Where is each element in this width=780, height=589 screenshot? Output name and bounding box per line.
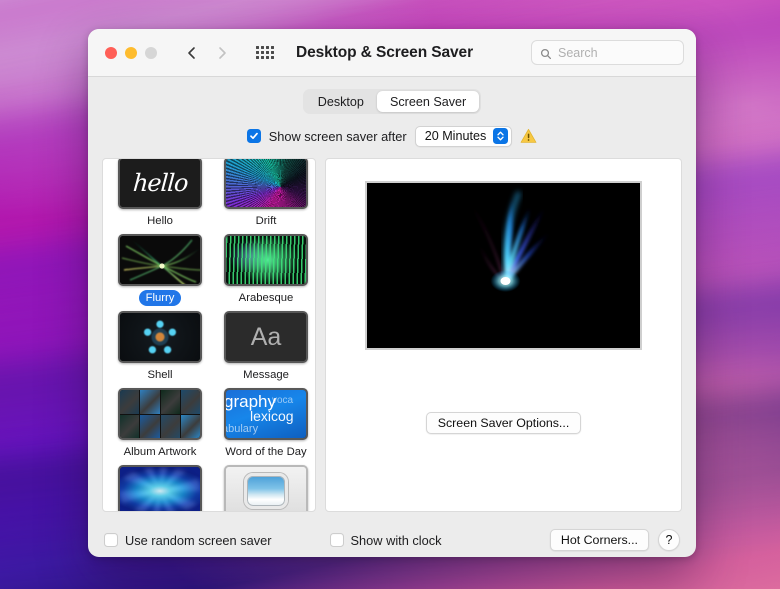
screensaver-item-album[interactable]: Album Artwork (111, 388, 209, 460)
magic-window-pane (244, 473, 288, 510)
back-chevron-icon[interactable] (184, 45, 200, 61)
album-tile (140, 390, 160, 414)
footer-bar: Use random screen saver Show with clock … (102, 518, 682, 557)
screensaver-item-label: Drift (255, 215, 277, 227)
screensaver-item-drift[interactable]: Drift (217, 159, 315, 229)
show-with-clock-checkbox[interactable] (329, 533, 344, 547)
idle-time-select[interactable]: 20 Minutes (414, 125, 513, 147)
wotd-word: abulary (226, 423, 259, 436)
help-button[interactable]: ? (658, 529, 680, 551)
thumbnail-art-hello: hello (120, 159, 200, 207)
close-button[interactable] (105, 46, 117, 59)
album-tile (180, 414, 200, 439)
screensaver-item-flurry[interactable]: Flurry (111, 234, 209, 307)
desktop-wallpaper: Desktop & Screen Saver Desktop Screen Sa… (0, 0, 780, 589)
screensaver-item-label: Shell (147, 369, 173, 382)
zoom-button[interactable] (145, 46, 157, 59)
screensaver-thumbnail: hello (118, 159, 202, 209)
thumbnail-art-beepify (120, 467, 200, 511)
stepper-icon[interactable] (493, 128, 509, 144)
screensaver-item-label: Album Artwork (123, 446, 197, 459)
traffic-light-group (105, 46, 157, 59)
page-title: Desktop & Screen Saver (296, 43, 473, 61)
thumbnail-art-arabesque (226, 236, 306, 285)
wotd-word: voca (272, 395, 294, 407)
tab-bar: Desktop Screen Saver (302, 89, 482, 114)
screensaver-thumbnail (224, 465, 308, 511)
album-tile (120, 390, 140, 414)
warning-triangle-icon[interactable] (520, 128, 537, 144)
album-tile (120, 414, 140, 439)
album-tile (160, 390, 180, 414)
screensaver-thumbnail (224, 159, 308, 209)
hot-corners-button[interactable]: Hot Corners... (549, 529, 649, 551)
show-with-clock-row[interactable]: Show with clock (329, 532, 442, 548)
tab-desktop[interactable]: Desktop (305, 91, 377, 112)
screensaver-item-label: Flurry (138, 290, 182, 307)
screensaver-timer-row: Show screen saver after 20 Minutes (102, 125, 682, 147)
thumbnail-art-magic (226, 467, 306, 511)
screensaver-list-scroll: hello Hello Drift Flurry Arabesque Shell Aa Mes… (103, 159, 315, 511)
show-screen-saver-checkbox[interactable] (246, 129, 261, 143)
screensaver-thumbnail (118, 388, 202, 441)
screensaver-item-shell[interactable]: Shell (111, 311, 209, 383)
screensaver-item-label: Arabesque (238, 292, 294, 305)
wotd-word: lexicog (250, 408, 294, 425)
use-random-screensaver-checkbox[interactable] (104, 533, 118, 547)
screensaver-item-wotd[interactable]: graphyvocalexicogabulary Word of the Day (217, 388, 315, 460)
screensaver-preview (365, 181, 642, 350)
screensaver-item-message[interactable]: Aa Message (217, 311, 315, 383)
screensaver-item-arabesque[interactable]: Arabesque (217, 234, 315, 306)
thumbnail-text: hello (131, 169, 189, 197)
use-random-screensaver-label: Use random screen saver (125, 532, 272, 548)
thumbnail-art-drift (226, 159, 306, 207)
thumbnail-art-wotd: graphyvocalexicogabulary (226, 390, 306, 439)
search-field[interactable] (531, 40, 684, 65)
minimize-button[interactable] (125, 46, 137, 59)
flurry-preview-art (367, 183, 640, 348)
thumbnail-art-message: Aa (226, 313, 306, 362)
thumbnail-art-shell (120, 313, 200, 362)
preview-panel: Screen Saver Options... (325, 158, 682, 512)
screensaver-list[interactable]: hello Hello Drift Flurry Arabesque Shell Aa Mes… (102, 158, 316, 512)
window-titlebar: Desktop & Screen Saver (88, 29, 696, 77)
idle-time-value: 20 Minutes (424, 129, 487, 143)
tab-screen-saver[interactable]: Screen Saver (376, 91, 480, 112)
thumbnail-text: Aa (250, 322, 282, 351)
thumbnail-art-album (120, 390, 200, 439)
screensaver-item-label: Message (243, 369, 289, 382)
screensaver-item-label: Word of the Day (225, 446, 307, 459)
album-tile (140, 414, 160, 439)
tab-bar-row: Desktop Screen Saver (102, 89, 682, 114)
window-content: Desktop Screen Saver Show screen saver a… (88, 77, 696, 557)
main-panels: hello Hello Drift Flurry Arabesque Shell Aa Mes… (102, 158, 682, 512)
search-icon (540, 47, 552, 59)
system-preferences-window: Desktop & Screen Saver Desktop Screen Sa… (88, 29, 696, 557)
screensaver-item-hello[interactable]: hello Hello (111, 159, 209, 229)
screensaver-item-beepify[interactable]: BeepifyScreenSa... (111, 465, 209, 511)
search-input[interactable] (558, 45, 675, 60)
screensaver-thumbnail (224, 234, 308, 287)
screensaver-thumbnail (118, 465, 202, 511)
album-tile (180, 390, 200, 414)
screensaver-item-label: Hello (147, 215, 173, 227)
show-screen-saver-label: Show screen saver after (268, 128, 407, 144)
show-all-grid-icon[interactable] (256, 46, 274, 59)
screensaver-thumbnail (118, 234, 202, 287)
forward-chevron-icon[interactable] (214, 45, 230, 61)
screen-saver-options-button[interactable]: Screen Saver Options... (425, 412, 582, 434)
thumbnail-art-flurry (120, 236, 200, 285)
screensaver-item-magic[interactable]: Magic Window Air (217, 465, 315, 511)
album-tile (160, 414, 180, 439)
screensaver-thumbnail: graphyvocalexicogabulary (224, 388, 308, 441)
screensaver-thumbnail: Aa (224, 311, 308, 364)
show-with-clock-label: Show with clock (350, 532, 442, 548)
screensaver-thumbnail (118, 311, 202, 364)
navigation-arrows (184, 45, 230, 61)
use-random-screensaver-row[interactable]: Use random screen saver (104, 533, 272, 548)
